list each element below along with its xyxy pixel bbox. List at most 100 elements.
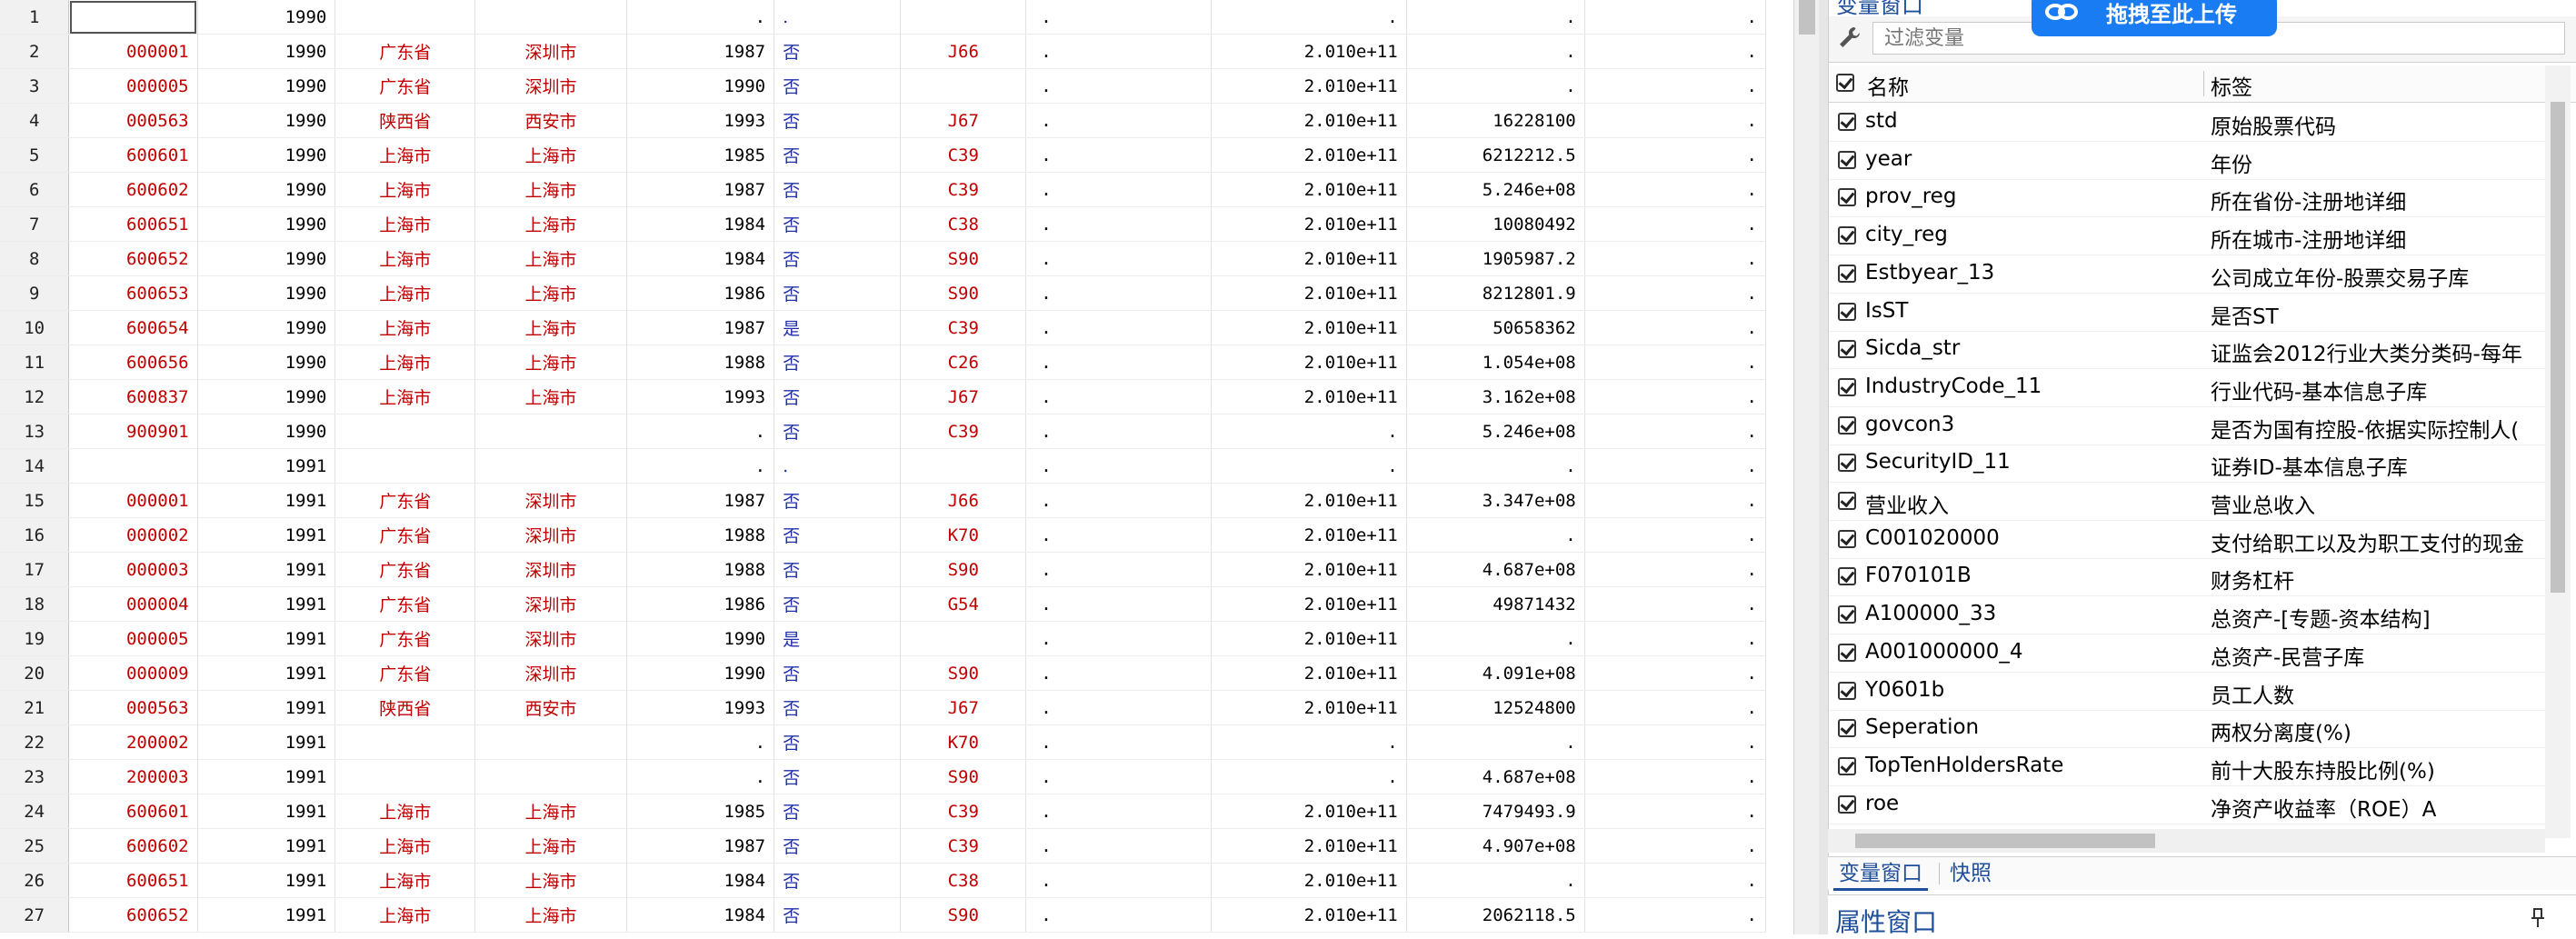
cell-revenue[interactable]: 1905987.2 — [1406, 241, 1585, 276]
table-row[interactable]: 20 000009 1991 广东省 深圳市 1990 否 S90. 2.010e+11 4.09… — [0, 655, 1767, 691]
cell-std[interactable]: 000563 — [68, 690, 198, 725]
variable-checkbox[interactable] — [1838, 529, 1856, 548]
cell-province[interactable]: 上海市 — [334, 172, 476, 207]
cell-security-id[interactable]: 2.010e+11 — [1211, 206, 1407, 242]
variable-checkbox[interactable] — [1838, 113, 1856, 131]
cell-industry-code[interactable]: K70 — [900, 724, 1027, 760]
cell-govcon[interactable]: . — [1025, 34, 1212, 69]
variable-row[interactable]: std 原始股票代码 — [1829, 104, 2556, 142]
cell-extra[interactable]: . — [1584, 828, 1767, 864]
cell-estbyear[interactable]: 1988 — [626, 345, 775, 380]
cell-isst[interactable]: 否 — [774, 241, 902, 276]
variable-checkbox[interactable] — [1838, 454, 1856, 473]
table-row[interactable]: 16 000002 1991 广东省 深圳市 1988 否 K70. 2.010e+11.. — [0, 517, 1767, 553]
cell-govcon[interactable]: . — [1025, 655, 1212, 691]
cell-isst[interactable]: 否 — [774, 863, 902, 898]
cell-industry-code[interactable] — [900, 0, 1027, 35]
variable-row[interactable]: Estbyear_13 公司成立年份-股票交易子库 — [1829, 255, 2556, 294]
variable-row[interactable]: 营业收入 营业总收入 — [1829, 483, 2556, 521]
cell-year[interactable]: 1991 — [197, 724, 336, 760]
cell-year[interactable]: 1990 — [197, 172, 336, 207]
variable-row[interactable]: roe 净资产收益率（ROE）A — [1829, 786, 2556, 824]
cell-revenue[interactable]: 8212801.9 — [1406, 275, 1585, 311]
cell-extra[interactable]: . — [1584, 483, 1767, 518]
cell-std[interactable]: 000563 — [68, 103, 198, 138]
cell-isst[interactable]: 否 — [774, 68, 902, 104]
cell-extra[interactable]: . — [1584, 137, 1767, 173]
cell-industry-code[interactable]: S90 — [900, 759, 1027, 794]
variable-row[interactable]: year 年份 — [1829, 142, 2556, 180]
cell-province[interactable]: 广东省 — [334, 552, 476, 587]
cell-city[interactable]: 上海市 — [474, 206, 627, 242]
cell-industry-code[interactable]: S90 — [900, 655, 1027, 691]
table-row[interactable]: 17 000003 1991 广东省 深圳市 1988 否 S90. 2.010e+11 4.68… — [0, 552, 1767, 587]
panel-splitter[interactable] — [1819, 0, 1828, 934]
cell-extra[interactable]: . — [1584, 621, 1767, 656]
cell-security-id[interactable]: 2.010e+11 — [1211, 655, 1407, 691]
grid-vertical-scrollbar[interactable] — [1793, 0, 1820, 934]
cell-govcon[interactable]: . — [1025, 828, 1212, 864]
cell-govcon[interactable]: . — [1025, 448, 1212, 484]
cell-govcon[interactable]: . — [1025, 103, 1212, 138]
cell-estbyear[interactable]: 1986 — [626, 586, 775, 622]
cell-year[interactable]: 1991 — [197, 517, 336, 553]
variable-row[interactable]: IsST 是否ST — [1829, 294, 2556, 332]
variable-row[interactable]: city_reg 所在城市-注册地详细 — [1829, 217, 2556, 256]
column-header-name[interactable]: 名称 — [1867, 70, 1909, 101]
cell-year[interactable]: 1991 — [197, 794, 336, 829]
cell-city[interactable]: 上海市 — [474, 897, 627, 933]
cell-govcon[interactable]: . — [1025, 794, 1212, 829]
cell-year[interactable]: 1990 — [197, 34, 336, 69]
cell-industry-code[interactable] — [900, 68, 1027, 104]
table-row[interactable]: 8 600652 1990 上海市 上海市 1984 否 S90. 2.010e+11 19059… — [0, 241, 1767, 276]
cell-city[interactable]: 上海市 — [474, 310, 627, 345]
cell-industry-code[interactable]: J67 — [900, 103, 1027, 138]
cell-isst[interactable]: 否 — [774, 517, 902, 553]
table-row[interactable]: 6 600602 1990 上海市 上海市 1987 否 C39. 2.010e+11 5.246… — [0, 172, 1767, 207]
cell-year[interactable]: 1991 — [197, 759, 336, 794]
cell-industry-code[interactable]: C39 — [900, 794, 1027, 829]
variable-checkbox[interactable] — [1838, 719, 1856, 738]
cell-province[interactable]: 上海市 — [334, 379, 476, 415]
cell-estbyear[interactable]: 1993 — [626, 690, 775, 725]
cell-isst[interactable]: 否 — [774, 655, 902, 691]
cell-govcon[interactable]: . — [1025, 724, 1212, 760]
cell-isst[interactable]: 否 — [774, 759, 902, 794]
cell-security-id[interactable]: 2.010e+11 — [1211, 828, 1407, 864]
cell-std[interactable]: 000009 — [68, 655, 198, 691]
cell-govcon[interactable]: . — [1025, 897, 1212, 933]
cell-std[interactable]: 200003 — [68, 759, 198, 794]
cell-isst[interactable]: 是 — [774, 621, 902, 656]
variables-vertical-scrollbar[interactable] — [2545, 65, 2571, 838]
cell-industry-code[interactable]: C39 — [900, 137, 1027, 173]
cell-extra[interactable]: . — [1584, 552, 1767, 587]
cell-std[interactable]: 600656 — [68, 345, 198, 380]
table-row[interactable]: 24 600601 1991 上海市 上海市 1985 否 C39. 2.010e+11 7479… — [0, 794, 1767, 829]
cell-city[interactable]: 上海市 — [474, 275, 627, 311]
cell-estbyear[interactable]: . — [626, 0, 775, 35]
row-number[interactable]: 15 — [0, 483, 70, 518]
cell-year[interactable]: 1991 — [197, 552, 336, 587]
cell-extra[interactable]: . — [1584, 275, 1767, 311]
cell-year[interactable]: 1991 — [197, 483, 336, 518]
variable-row[interactable]: Sicda_str 证监会2012行业大类分类码-每年 — [1829, 331, 2556, 370]
row-number[interactable]: 11 — [0, 345, 70, 380]
cell-year[interactable]: 1991 — [197, 897, 336, 933]
cell-govcon[interactable]: . — [1025, 483, 1212, 518]
cell-std[interactable]: 600837 — [68, 379, 198, 415]
cell-std[interactable]: 600652 — [68, 897, 198, 933]
cell-security-id[interactable]: 2.010e+11 — [1211, 137, 1407, 173]
row-number[interactable]: 3 — [0, 68, 70, 104]
cell-city[interactable]: 深圳市 — [474, 586, 627, 622]
cell-estbyear[interactable]: 1988 — [626, 552, 775, 587]
cell-govcon[interactable]: . — [1025, 586, 1212, 622]
cell-estbyear[interactable]: 1990 — [626, 655, 775, 691]
table-row[interactable]: 3 000005 1990 广东省 深圳市 1990 否. 2.010e+11.. — [0, 68, 1767, 104]
cell-std[interactable]: 600601 — [68, 137, 198, 173]
cell-estbyear[interactable]: 1984 — [626, 863, 775, 898]
cell-industry-code[interactable] — [900, 621, 1027, 656]
row-number[interactable]: 14 — [0, 448, 70, 484]
cell-revenue[interactable]: . — [1406, 863, 1585, 898]
variable-row[interactable]: F070101B 财务杠杆 — [1829, 558, 2556, 597]
cell-city[interactable]: 深圳市 — [474, 68, 627, 104]
